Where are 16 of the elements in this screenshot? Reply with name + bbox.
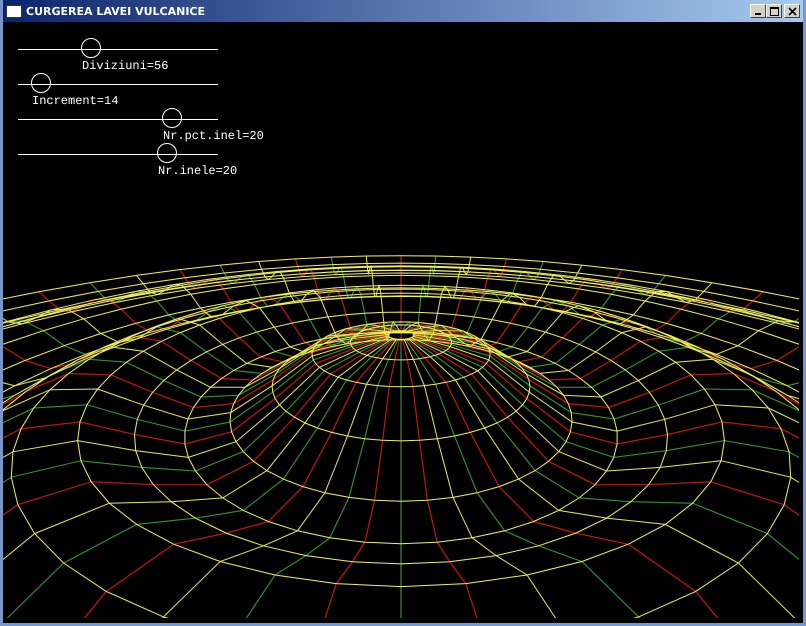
close-button[interactable] — [784, 4, 800, 18]
slider-label: Diviziuni=56 — [82, 60, 168, 73]
window-title: CURGEREA LAVEI VULCANICE — [26, 4, 206, 18]
slider-label: Nr.inele=20 — [158, 165, 238, 178]
slider-thumb[interactable] — [31, 73, 51, 93]
slider-thumb[interactable] — [162, 108, 182, 128]
maximize-icon — [770, 6, 778, 16]
slider-thumb[interactable] — [157, 143, 177, 163]
slider-label: Increment=14 — [32, 95, 118, 108]
maximize-button[interactable] — [766, 4, 782, 18]
slider-thumb[interactable] — [81, 38, 101, 58]
window-icon — [6, 4, 22, 18]
minimize-icon — [755, 13, 761, 15]
close-icon — [788, 6, 796, 16]
minimize-button[interactable] — [750, 4, 766, 18]
slider-label: Nr.pct.inel=20 — [163, 130, 264, 143]
